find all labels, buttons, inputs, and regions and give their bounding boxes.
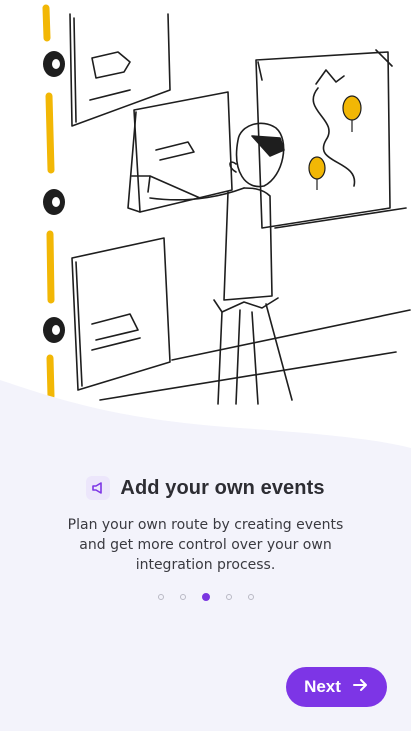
page-dot[interactable] — [247, 594, 254, 600]
page-title: Add your own events — [120, 476, 325, 499]
description-text: Plan your own route by creating events a… — [67, 517, 344, 573]
onboarding-illustration — [42, 4, 411, 405]
page-dot-active[interactable] — [201, 593, 210, 601]
page-dot[interactable] — [157, 594, 164, 600]
next-button[interactable]: Next — [286, 667, 387, 707]
title-row: Add your own events — [0, 476, 411, 500]
next-button-label: Next — [304, 677, 341, 696]
page-dot[interactable] — [179, 594, 186, 600]
page-dot[interactable] — [225, 594, 232, 600]
speaker-icon — [86, 476, 111, 500]
arrow-right-icon — [351, 676, 369, 699]
page-indicator — [0, 593, 411, 601]
